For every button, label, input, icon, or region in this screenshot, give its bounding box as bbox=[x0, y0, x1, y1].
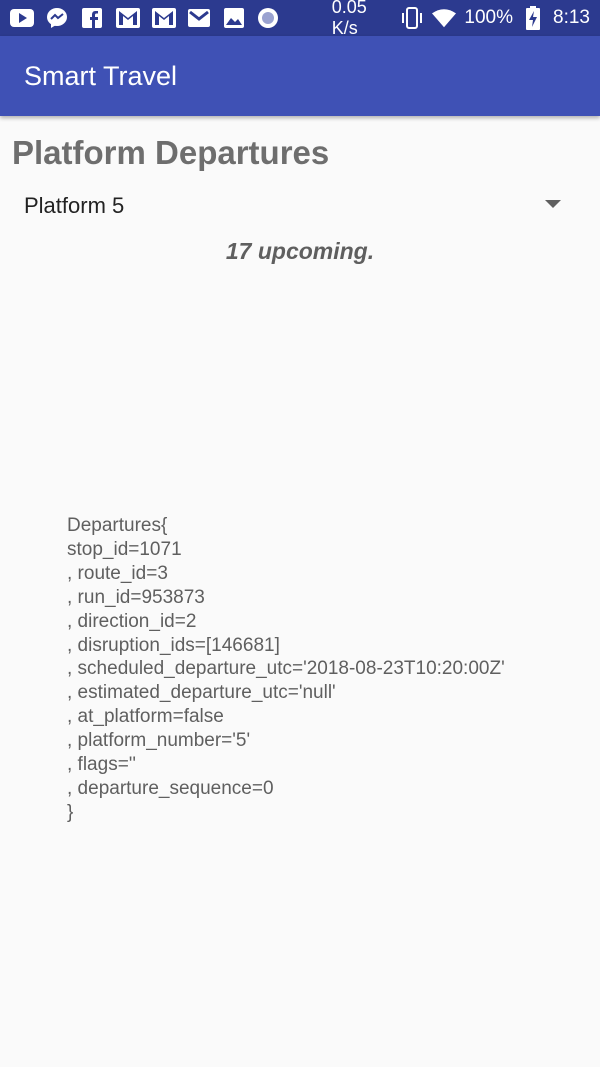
image-icon bbox=[222, 6, 245, 30]
departure-line: , route_id=3 bbox=[67, 562, 168, 584]
facebook-icon bbox=[81, 6, 104, 30]
platform-spinner-value: Platform 5 bbox=[24, 193, 125, 218]
departure-line: , direction_id=2 bbox=[67, 610, 197, 632]
youtube-icon bbox=[10, 6, 34, 30]
page-title: Platform Departures bbox=[12, 134, 330, 171]
departure-line: } bbox=[67, 801, 74, 823]
departure-line: , departure_sequence=0 bbox=[67, 777, 274, 799]
platform-spinner[interactable]: Platform 5 bbox=[0, 186, 600, 226]
departure-line: stop_id=1071 bbox=[67, 538, 182, 560]
app-title: Smart Travel bbox=[24, 60, 178, 91]
vibrate-icon bbox=[400, 6, 424, 30]
app-bar: Smart Travel bbox=[0, 36, 600, 116]
upcoming-count: 17 upcoming. bbox=[225, 238, 375, 264]
network-speed: 0.05 K/s bbox=[331, 0, 367, 38]
notification-icons: 0.05 K/s bbox=[10, 0, 400, 39]
battery-charging-icon bbox=[521, 6, 545, 30]
battery-percent: 100% bbox=[464, 7, 514, 28]
departure-line: Departures{ bbox=[67, 515, 168, 536]
wifi-icon bbox=[432, 6, 457, 30]
record-icon bbox=[257, 6, 280, 30]
clock: 8:13 bbox=[553, 7, 590, 28]
messenger-icon bbox=[46, 6, 69, 30]
system-status: 100% 8:13 bbox=[400, 6, 590, 30]
gmail-icon bbox=[187, 6, 211, 30]
departure-line: , run_id=953873 bbox=[67, 586, 205, 608]
departure-line: , scheduled_departure_utc='2018-08-23T10… bbox=[67, 658, 505, 680]
departure-line: , platform_number='5' bbox=[67, 730, 251, 752]
dropdown-arrow-icon bbox=[545, 200, 561, 208]
departure-line: , estimated_departure_utc='null' bbox=[67, 682, 336, 704]
departure-line: , at_platform=false bbox=[67, 706, 224, 728]
departure-line: , flags='' bbox=[67, 754, 137, 776]
departure-details: Departures{ stop_id=1071 , route_id=3 , … bbox=[67, 514, 587, 825]
gmail-icon bbox=[115, 6, 140, 30]
status-bar: 0.05 K/s 100% 8:13 bbox=[0, 0, 600, 39]
departure-line: , disruption_ids=[146681] bbox=[67, 634, 280, 656]
gmail-icon bbox=[151, 6, 176, 30]
